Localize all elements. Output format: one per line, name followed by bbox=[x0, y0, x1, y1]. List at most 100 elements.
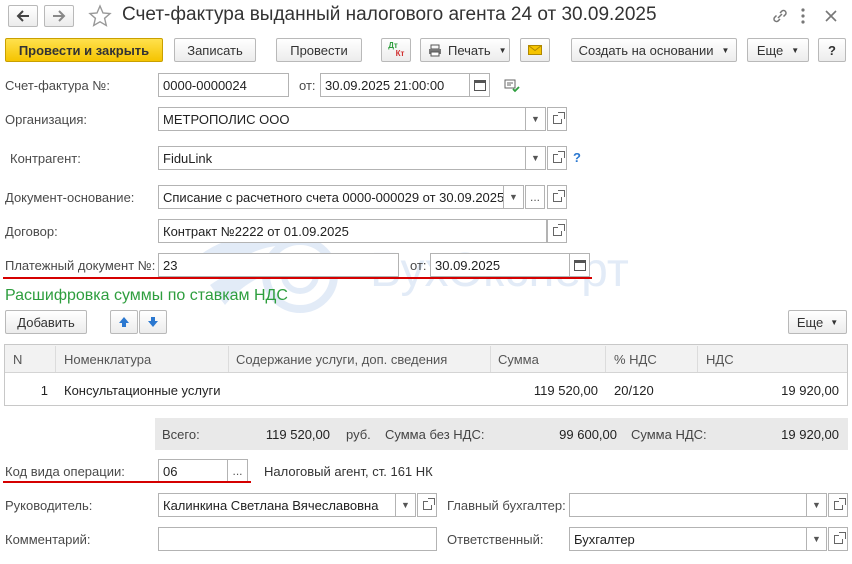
responsible-field[interactable]: Бухгалтер bbox=[569, 527, 807, 551]
chevron-down-icon: ▼ bbox=[812, 534, 821, 544]
payment-document-number-field[interactable]: 23 bbox=[158, 253, 399, 277]
organization-dropdown-button[interactable]: ▼ bbox=[526, 107, 546, 131]
head-open-button[interactable] bbox=[417, 493, 437, 517]
table-more-label: Еще bbox=[796, 314, 824, 330]
currency-label: руб. bbox=[346, 426, 371, 442]
basis-document-label: Документ-основание: bbox=[5, 190, 135, 205]
operation-code-label: Код вида операции: bbox=[5, 464, 125, 479]
counterparty-field[interactable]: FiduLink bbox=[158, 146, 526, 170]
open-form-icon bbox=[552, 189, 565, 202]
chevron-down-icon: ▼ bbox=[531, 114, 540, 124]
envelope-icon bbox=[528, 45, 542, 55]
counterparty-open-button[interactable] bbox=[547, 146, 567, 170]
total-value: 119 520,00 bbox=[265, 426, 330, 442]
without-vat-value: 99 600,00 bbox=[559, 426, 617, 442]
kebab-menu-icon[interactable] bbox=[798, 7, 808, 25]
payment-document-date-field[interactable]: 30.09.2025 bbox=[430, 253, 570, 277]
save-button[interactable]: Записать bbox=[174, 38, 256, 62]
chief-accountant-open-button[interactable] bbox=[828, 493, 848, 517]
responsible-dropdown-button[interactable]: ▼ bbox=[807, 527, 827, 551]
star-icon[interactable] bbox=[88, 4, 112, 28]
col-header-vat[interactable]: НДС bbox=[706, 346, 734, 372]
operation-code-field[interactable]: 06 bbox=[158, 459, 228, 483]
col-header-content[interactable]: Содержание услуги, доп. сведения bbox=[236, 346, 447, 372]
open-form-icon bbox=[422, 497, 435, 510]
close-icon[interactable] bbox=[823, 8, 839, 24]
chevron-down-icon: ▼ bbox=[498, 45, 507, 55]
document-check-icon[interactable] bbox=[504, 79, 520, 93]
invoice-date-label: от: bbox=[299, 78, 316, 93]
post-button[interactable]: Провести bbox=[276, 38, 362, 62]
arrow-down-icon bbox=[148, 317, 158, 327]
add-row-button[interactable]: Добавить bbox=[5, 310, 87, 334]
printer-icon bbox=[429, 44, 441, 56]
more-button[interactable]: Еще ▼ bbox=[747, 38, 809, 62]
kt-label: Кт bbox=[395, 49, 405, 58]
arrow-up-icon bbox=[119, 317, 129, 327]
post-and-close-button[interactable]: Провести и закрыть bbox=[5, 38, 163, 62]
row-vat: 19 920,00 bbox=[781, 382, 839, 398]
print-button[interactable]: Печать ▼ bbox=[420, 38, 510, 62]
payment-date-calendar-button[interactable] bbox=[570, 253, 590, 277]
back-arrow-icon bbox=[16, 10, 29, 22]
chevron-down-icon: ▼ bbox=[791, 45, 800, 55]
vat-total-value: 19 920,00 bbox=[781, 426, 839, 442]
move-down-button[interactable] bbox=[139, 310, 167, 334]
operation-code-select-button[interactable]: ... bbox=[228, 459, 248, 483]
counterparty-dropdown-button[interactable]: ▼ bbox=[526, 146, 546, 170]
chief-accountant-field[interactable] bbox=[569, 493, 807, 517]
create-based-on-button[interactable]: Создать на основании ▼ bbox=[571, 38, 737, 62]
basis-document-open-button[interactable] bbox=[547, 185, 567, 209]
head-label: Руководитель: bbox=[5, 498, 93, 513]
chief-accountant-label: Главный бухгалтер: bbox=[447, 498, 566, 513]
open-form-icon bbox=[552, 223, 565, 236]
link-icon[interactable] bbox=[771, 7, 789, 25]
row-rate: 20/120 bbox=[614, 382, 654, 398]
open-form-icon bbox=[552, 150, 565, 163]
operation-code-highlight bbox=[3, 481, 251, 483]
page-title: Счет-фактура выданный налогового агента … bbox=[122, 4, 657, 25]
print-label: Печать bbox=[448, 42, 491, 58]
contract-field[interactable]: Контракт №2222 от 01.09.2025 bbox=[158, 219, 547, 243]
invoice-number-field[interactable]: 0000-0000024 bbox=[158, 73, 289, 97]
help-button[interactable]: ? bbox=[818, 38, 846, 62]
responsible-open-button[interactable] bbox=[828, 527, 848, 551]
col-header-n[interactable]: N bbox=[13, 346, 22, 372]
chevron-down-icon: ▼ bbox=[509, 192, 518, 202]
head-field[interactable]: Калинкина Светлана Вячеславовна bbox=[158, 493, 396, 517]
forward-button[interactable] bbox=[44, 5, 74, 27]
head-dropdown-button[interactable]: ▼ bbox=[396, 493, 416, 517]
basis-document-dropdown-button[interactable]: ▼ bbox=[504, 185, 524, 209]
chevron-down-icon: ▼ bbox=[812, 500, 821, 510]
organization-label: Организация: bbox=[5, 112, 88, 127]
col-header-item[interactable]: Номенклатура bbox=[64, 346, 151, 372]
total-label: Всего: bbox=[162, 426, 200, 442]
basis-document-select-button[interactable]: ... bbox=[525, 185, 545, 209]
calendar-icon bbox=[473, 79, 486, 91]
calendar-icon bbox=[573, 259, 586, 271]
row-item: Консультационные услуги bbox=[64, 382, 221, 398]
organization-field[interactable]: МЕТРОПОЛИС ООО bbox=[158, 107, 526, 131]
invoice-date-field[interactable]: 30.09.2025 21:00:00 bbox=[320, 73, 470, 97]
chief-accountant-dropdown-button[interactable]: ▼ bbox=[807, 493, 827, 517]
counterparty-help-icon[interactable]: ? bbox=[573, 150, 581, 165]
open-form-icon bbox=[833, 531, 846, 544]
payment-document-label: Платежный документ №: bbox=[5, 258, 156, 273]
contract-open-button[interactable] bbox=[547, 219, 567, 243]
chevron-down-icon: ▼ bbox=[401, 500, 410, 510]
without-vat-label: Сумма без НДС: bbox=[385, 426, 485, 442]
dt-kt-button[interactable]: Дт Кт bbox=[381, 38, 411, 62]
table-more-button[interactable]: Еще ▼ bbox=[788, 310, 847, 334]
back-button[interactable] bbox=[8, 5, 38, 27]
invoice-date-calendar-button[interactable] bbox=[470, 73, 490, 97]
col-header-rate[interactable]: % НДС bbox=[614, 346, 657, 372]
email-button[interactable] bbox=[520, 38, 550, 62]
organization-open-button[interactable] bbox=[547, 107, 567, 131]
basis-document-field[interactable]: Списание с расчетного счета 0000-000029 … bbox=[158, 185, 504, 209]
col-header-sum[interactable]: Сумма bbox=[498, 346, 539, 372]
move-up-button[interactable] bbox=[110, 310, 138, 334]
comment-field[interactable] bbox=[158, 527, 437, 551]
create-based-on-label: Создать на основании bbox=[578, 42, 714, 58]
vat-total-label: Сумма НДС: bbox=[631, 426, 707, 442]
chevron-down-icon: ▼ bbox=[830, 317, 839, 327]
